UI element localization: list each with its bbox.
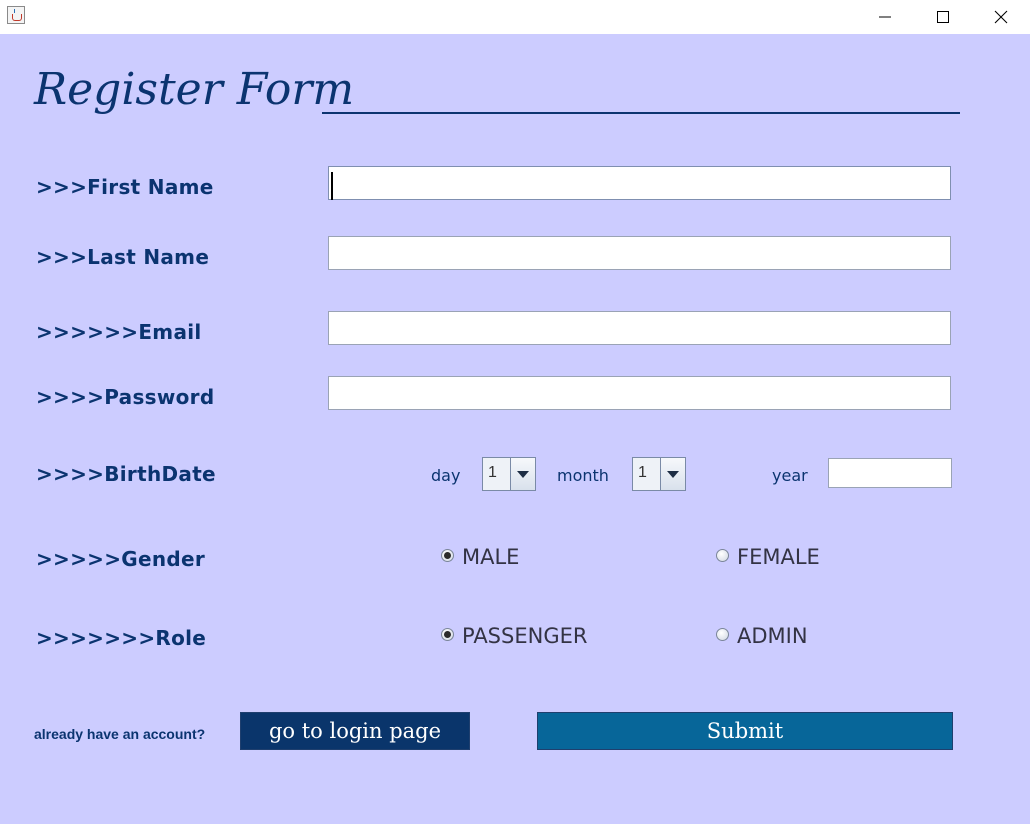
role-label: >>>>>>>Role: [36, 626, 207, 650]
chevron-down-icon[interactable]: [510, 458, 535, 490]
day-select[interactable]: 1: [482, 457, 536, 491]
role-passenger-radio[interactable]: [441, 628, 454, 641]
month-label: month: [557, 466, 609, 485]
title-bar: [0, 0, 1030, 34]
register-form: Register Form >>>First Name >>>Last Name…: [0, 34, 1030, 824]
close-button[interactable]: [972, 0, 1030, 34]
close-icon: [994, 10, 1008, 24]
last-name-label: >>>Last Name: [36, 245, 210, 269]
first-name-input[interactable]: [328, 166, 951, 200]
birthdate-label: >>>>BirthDate: [36, 462, 216, 486]
go-to-login-button[interactable]: go to login page: [240, 712, 470, 750]
maximize-icon: [937, 11, 949, 23]
role-admin-radio[interactable]: [716, 628, 729, 641]
year-label: year: [772, 466, 808, 485]
form-title: Register Form: [34, 64, 355, 115]
submit-button[interactable]: Submit: [537, 712, 953, 750]
year-input[interactable]: [828, 458, 952, 488]
gender-male-label[interactable]: MALE: [462, 545, 519, 569]
maximize-button[interactable]: [914, 0, 972, 34]
month-select[interactable]: 1: [632, 457, 686, 491]
chevron-down-icon[interactable]: [660, 458, 685, 490]
email-label: >>>>>>Email: [36, 320, 202, 344]
gender-female-radio[interactable]: [716, 549, 729, 562]
gender-female-label[interactable]: FEMALE: [737, 545, 820, 569]
gender-male-radio[interactable]: [441, 549, 454, 562]
day-label: day: [431, 466, 461, 485]
text-caret: [331, 172, 333, 200]
role-admin-label[interactable]: ADMIN: [737, 624, 808, 648]
month-select-value: 1: [638, 464, 647, 481]
account-hint: already have an account?: [34, 726, 206, 742]
last-name-input[interactable]: [328, 236, 951, 270]
gender-label: >>>>>Gender: [36, 547, 206, 571]
role-passenger-label[interactable]: PASSENGER: [462, 624, 587, 648]
title-underline: [322, 112, 960, 114]
day-select-value: 1: [488, 464, 497, 481]
minimize-button[interactable]: [856, 0, 914, 34]
password-input[interactable]: [328, 376, 951, 410]
first-name-label: >>>First Name: [36, 175, 214, 199]
email-input[interactable]: [328, 311, 951, 345]
java-cup-icon: [7, 6, 25, 24]
minimize-icon: [879, 16, 891, 18]
password-label: >>>>Password: [36, 385, 215, 409]
